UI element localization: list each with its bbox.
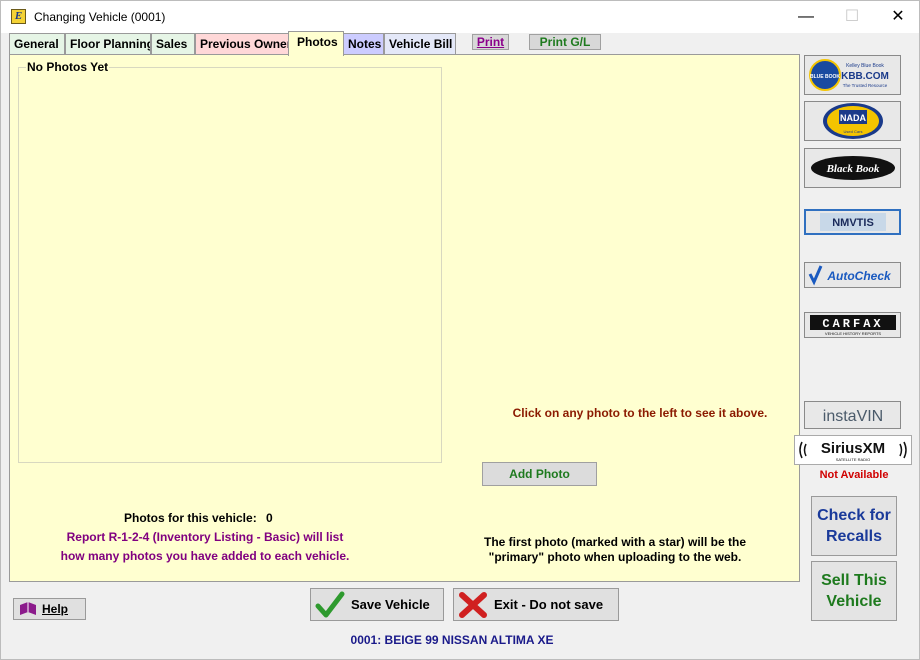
black-book-text: Black Book — [825, 163, 879, 175]
vehicle-window: E Changing Vehicle (0001) — ☐ ✕ General … — [0, 0, 920, 660]
nada-text: NADA — [840, 113, 866, 123]
kbb-main-text: KBB.COM — [841, 71, 889, 82]
title-bar: E Changing Vehicle (0001) — ☐ ✕ — [1, 1, 919, 33]
nada-logo-icon: NADA Used Cars — [822, 103, 883, 139]
photo-count-value: 0 — [266, 511, 273, 525]
exit-label: Exit - Do not save — [494, 597, 604, 612]
sell-vehicle-label: Sell This Vehicle — [821, 572, 887, 610]
minimize-button[interactable]: — — [783, 1, 829, 33]
siriusxm-logo-icon: SiriusXM SATELLITE RADIO — [799, 440, 907, 462]
sell-vehicle-button[interactable]: Sell This Vehicle — [811, 561, 897, 621]
print-label: Print — [476, 35, 505, 49]
window-title: Changing Vehicle (0001) — [34, 10, 166, 24]
exit-button[interactable]: Exit - Do not save — [453, 588, 619, 621]
nada-sub-text: Used Cars — [843, 129, 862, 134]
siriusxm-sub-text: SATELLITE RADIO — [836, 457, 871, 462]
save-vehicle-label: Save Vehicle — [351, 597, 430, 612]
autocheck-button[interactable]: AutoCheck — [804, 262, 901, 288]
report-note-line1: Report R-1-2-4 (Inventory Listing - Basi… — [66, 530, 344, 544]
checkmark-icon — [315, 591, 345, 617]
nmvtis-logo-icon: NMVTIS — [819, 213, 886, 231]
kbb-sub-text: The Trusted Resource — [842, 83, 887, 88]
nada-button[interactable]: NADA Used Cars — [804, 101, 901, 141]
black-book-logo-icon: Black Book — [810, 156, 895, 180]
close-button[interactable]: ✕ — [875, 1, 920, 33]
photo-group-label: No Photos Yet — [26, 60, 110, 74]
photo-count-label: Photos for this vehicle: — [124, 511, 257, 525]
book-icon — [20, 602, 36, 615]
print-gl-label: Print G/L — [539, 35, 591, 49]
tab-vehicle-bill[interactable]: Vehicle Bill — [384, 33, 456, 55]
kbb-logo-icon: BLUE BOOK Kelley Blue Book KBB.COM The T… — [808, 59, 889, 91]
click-photo-hint: Click on any photo to the left to see it… — [512, 406, 768, 420]
carfax-button[interactable]: CARFAX VEHICLE HISTORY REPORTS — [804, 312, 901, 338]
nmvtis-text: NMVTIS — [832, 217, 874, 229]
siriusxm-not-available: Not Available — [819, 469, 889, 481]
tab-sales[interactable]: Sales — [151, 33, 195, 55]
tab-previous-owner[interactable]: Previous Owner — [195, 33, 293, 55]
tab-photos[interactable]: Photos — [288, 31, 344, 56]
save-vehicle-button[interactable]: Save Vehicle — [310, 588, 444, 621]
kbb-button[interactable]: BLUE BOOK Kelley Blue Book KBB.COM The T… — [804, 55, 901, 95]
help-label: Help — [42, 602, 69, 616]
primary-note-line1: The first photo (marked with a star) wil… — [483, 535, 747, 549]
instavin-text: instaVIN — [822, 408, 882, 425]
tab-floor-planning[interactable]: Floor Planning — [65, 33, 151, 55]
tab-general[interactable]: General — [9, 33, 65, 55]
help-button[interactable]: Help — [13, 598, 86, 620]
nmvtis-button[interactable]: NMVTIS — [804, 209, 901, 235]
check-recalls-button[interactable]: Check for Recalls — [811, 496, 897, 556]
carfax-logo-icon: CARFAX VEHICLE HISTORY REPORTS — [809, 315, 896, 336]
kbb-top-text: Kelley Blue Book — [846, 63, 884, 69]
tab-notes[interactable]: Notes — [343, 33, 384, 55]
kbb-seal-text: BLUE BOOK — [810, 74, 840, 80]
photos-panel: No Photos Yet Click on any photo to the … — [9, 54, 800, 582]
vehicle-description: 0001: BEIGE 99 NISSAN ALTIMA XE — [350, 633, 554, 647]
siriusxm-text: SiriusXM — [821, 440, 885, 457]
print-gl-button[interactable]: Print G/L — [529, 34, 601, 50]
black-book-button[interactable]: Black Book — [804, 148, 901, 188]
report-note-line2: how many photos you have added to each v… — [60, 549, 350, 563]
print-button[interactable]: Print — [472, 34, 509, 50]
photo-viewer[interactable] — [18, 67, 442, 463]
instavin-button[interactable]: instaVIN — [804, 401, 901, 429]
add-photo-button[interactable]: Add Photo — [482, 462, 597, 486]
app-logo-icon: E — [11, 9, 26, 24]
carfax-text: CARFAX — [822, 317, 883, 331]
instavin-logo-icon: instaVIN — [822, 408, 882, 425]
primary-note-line2: "primary" photo when uploading to the we… — [488, 550, 742, 564]
red-x-icon — [459, 591, 487, 618]
siriusxm-button[interactable]: SiriusXM SATELLITE RADIO — [794, 435, 912, 465]
carfax-sub-text: VEHICLE HISTORY REPORTS — [824, 331, 880, 336]
maximize-button: ☐ — [844, 8, 860, 25]
autocheck-text: AutoCheck — [826, 269, 892, 283]
autocheck-logo-icon: AutoCheck — [808, 265, 892, 286]
check-recalls-label: Check for Recalls — [817, 507, 891, 545]
